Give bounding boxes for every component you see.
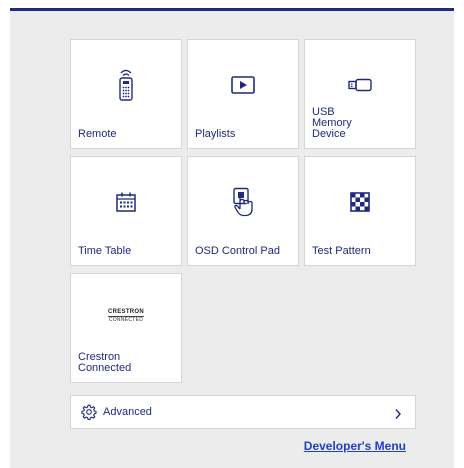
remote-tile[interactable]: Remote — [70, 39, 182, 149]
crestron-logo: CRESTRON CONNECTED — [71, 304, 181, 328]
usb-stick-icon — [305, 68, 415, 102]
playlists-tile-label: Playlists — [195, 128, 236, 140]
developers-menu-link[interactable]: Developer's Menu — [304, 439, 406, 453]
usb-memory-tile[interactable]: USB Memory Device — [304, 39, 416, 149]
play-icon — [188, 68, 298, 102]
osd-control-pad-tile[interactable]: OSD Control Pad — [187, 156, 299, 266]
osd-control-pad-tile-label: OSD Control Pad — [195, 245, 280, 257]
checkerboard-icon — [305, 185, 415, 219]
test-pattern-tile-label: Test Pattern — [312, 245, 371, 257]
chevron-right-icon — [394, 407, 402, 425]
advanced-label: Advanced — [103, 406, 152, 418]
crestron-connected-tile-label: Crestron Connected — [78, 351, 132, 374]
remote-control-icon — [71, 68, 181, 102]
crestron-connected-tile[interactable]: CRESTRON CONNECTED Crestron Connected — [70, 273, 182, 383]
playlists-tile[interactable]: Playlists — [187, 39, 299, 149]
test-pattern-tile[interactable]: Test Pattern — [304, 156, 416, 266]
gear-icon — [81, 404, 97, 425]
time-table-tile[interactable]: Time Table — [70, 156, 182, 266]
touch-pad-icon — [188, 185, 298, 219]
crestron-logo-bottom: CONNECTED — [108, 316, 144, 323]
time-table-tile-label: Time Table — [78, 245, 132, 257]
usb-memory-tile-label: USB Memory Device — [312, 106, 352, 140]
calendar-icon — [71, 185, 181, 219]
advanced-button[interactable]: Advanced — [70, 395, 416, 429]
settings-panel: Remote Playlists USB Memory Device Time … — [10, 8, 454, 468]
remote-tile-label: Remote — [78, 128, 117, 140]
crestron-logo-top: CRESTRON — [107, 308, 145, 317]
